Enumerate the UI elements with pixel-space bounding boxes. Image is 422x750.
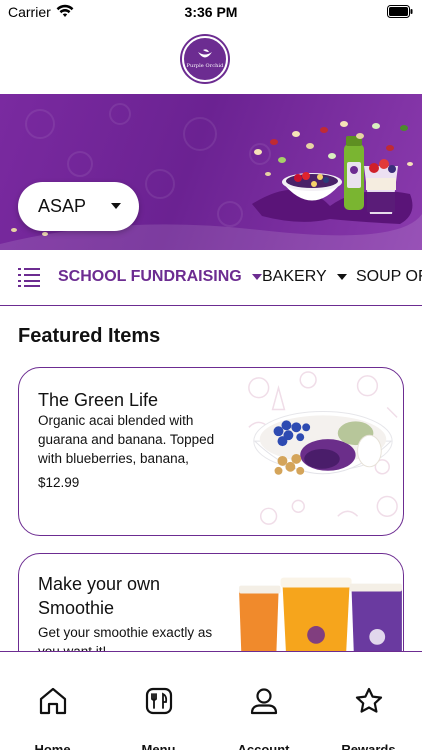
category-bar: SCHOOL FUNDRAISING BAKERY SOUP OF bbox=[0, 250, 422, 306]
item-description: Organic acai blended with guarana and ba… bbox=[38, 413, 215, 466]
item-price: $12.99 bbox=[38, 475, 80, 490]
nav-home[interactable]: Home bbox=[0, 652, 105, 750]
featured-section-title: Featured Items bbox=[18, 325, 161, 347]
battery-icon bbox=[387, 5, 413, 18]
nav-label: Rewards bbox=[341, 742, 396, 750]
nav-account[interactable]: Account bbox=[211, 652, 316, 750]
bottom-nav: Home Menu Account Rewards bbox=[0, 651, 422, 750]
featured-item-card[interactable]: The Green Life Organic acai blended with… bbox=[18, 367, 404, 536]
nav-rewards[interactable]: Rewards bbox=[316, 652, 421, 750]
brand-logo[interactable]: Purple Orchid bbox=[182, 36, 228, 82]
category-tab-bakery[interactable]: BAKERY bbox=[262, 268, 347, 286]
item-name: The Green Life bbox=[38, 390, 159, 410]
chevron-down-icon bbox=[251, 274, 262, 280]
category-tab-soup[interactable]: SOUP OF bbox=[356, 268, 422, 286]
category-tab-school-fundraising[interactable]: SCHOOL FUNDRAISING bbox=[58, 268, 262, 286]
category-tab-label: BAKERY bbox=[262, 268, 327, 285]
fulfillment-time-label: ASAP bbox=[38, 196, 87, 216]
fulfillment-time-selector[interactable]: ASAP bbox=[18, 182, 139, 231]
chevron-down-icon bbox=[336, 274, 347, 280]
item-name: Make your own Smoothie bbox=[38, 574, 161, 618]
acai-bowl-icon bbox=[248, 371, 398, 525]
nav-menu[interactable]: Menu bbox=[106, 652, 211, 750]
category-tab-label: SCHOOL FUNDRAISING bbox=[58, 268, 242, 285]
category-list-icon[interactable] bbox=[18, 267, 40, 287]
home-icon bbox=[39, 687, 67, 715]
menu-icon bbox=[145, 687, 173, 715]
nav-label: Account bbox=[237, 742, 290, 750]
app-header: Purple Orchid bbox=[0, 26, 422, 94]
hero-banner: ASAP bbox=[0, 94, 422, 250]
nav-label: Home bbox=[34, 742, 71, 750]
clock: 3:36 PM bbox=[184, 4, 238, 20]
logo-text: Purple Orchid bbox=[186, 63, 224, 69]
nav-label: Menu bbox=[141, 742, 176, 750]
orchid-leaf-icon bbox=[198, 49, 212, 58]
account-icon bbox=[250, 688, 278, 715]
chevron-down-icon bbox=[111, 203, 121, 209]
rewards-icon bbox=[355, 687, 383, 713]
status-bar: Carrier 3:36 PM bbox=[0, 0, 422, 26]
category-tab-label: SOUP OF bbox=[356, 268, 422, 285]
